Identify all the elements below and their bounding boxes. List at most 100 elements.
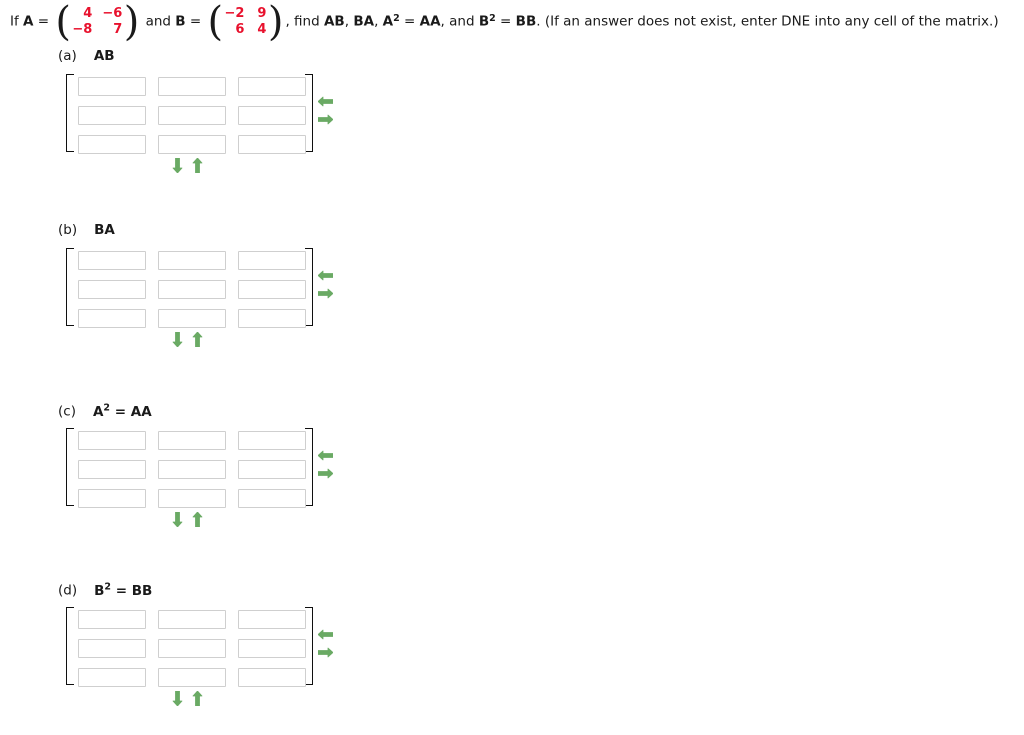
arrow-left-icon[interactable] (317, 450, 340, 461)
conjunction-and: and (145, 13, 171, 30)
arrow-up-icon[interactable] (192, 690, 203, 707)
matrix-cell-input-13[interactable] (238, 431, 306, 450)
matrix-cell-input-33[interactable] (238, 489, 306, 508)
problem-statement: If A = ( 4 −6 −8 7 ) and B = ( −2 9 6 4 ) , fi… (10, 0, 1020, 46)
matrix-cell-input-11[interactable] (78, 251, 146, 270)
matrix-input-row (78, 77, 306, 106)
matrix-cell-input-21[interactable] (78, 106, 146, 125)
matrix-input-row (78, 639, 306, 668)
arrow-right-icon[interactable] (317, 468, 340, 479)
equals-sign-a: = (37, 13, 50, 30)
matrix-cell-input-32[interactable] (158, 309, 226, 328)
matrix-cell-input-21[interactable] (78, 280, 146, 299)
matrix-cell-input-33[interactable] (238, 309, 306, 328)
matrix-cell-input-22[interactable] (158, 106, 226, 125)
right-paren-a: ) (123, 0, 140, 46)
matrix-cell-input-22[interactable] (158, 280, 226, 299)
matrix-cell-input-21[interactable] (78, 460, 146, 479)
arrow-right-icon[interactable] (317, 647, 340, 658)
arrow-down-icon[interactable] (172, 157, 183, 174)
expression-base: B (94, 582, 105, 599)
term-aa: AA (419, 13, 441, 30)
part-expression: BA (94, 222, 115, 238)
matrix-cell-input-23[interactable] (238, 639, 306, 658)
matrix-cell-input-31[interactable] (78, 668, 146, 687)
matrix-cell-input-11[interactable] (78, 610, 146, 629)
part-label: (a) AB (58, 48, 115, 64)
matrix-cell-input-23[interactable] (238, 106, 306, 125)
matrix-input-row (78, 251, 306, 280)
separator-2: , (374, 13, 383, 30)
matrix-b-body: −2 9 6 4 (220, 6, 272, 39)
matrix-cell-input-13[interactable] (238, 251, 306, 270)
matrix-row: −2 9 (220, 6, 272, 22)
term-ab: AB (323, 13, 345, 30)
expression-tail: = AA (110, 403, 152, 420)
matrix-cell-input-22[interactable] (158, 460, 226, 479)
matrix-input-widget (66, 74, 356, 184)
expression-base: A (92, 403, 104, 420)
right-paren-b: ) (267, 0, 284, 46)
row-controls (172, 331, 212, 348)
matrix-cell-input-12[interactable] (158, 251, 226, 270)
matrix-cell-grid (78, 431, 306, 518)
matrix-cell-input-21[interactable] (78, 639, 146, 658)
arrow-up-icon[interactable] (192, 157, 203, 174)
matrix-cell-input-23[interactable] (238, 460, 306, 479)
matrix-cell-input-31[interactable] (78, 309, 146, 328)
matrix-row: −8 7 (67, 22, 127, 38)
part-tag: (a) (58, 48, 77, 64)
matrix-cell-input-33[interactable] (238, 135, 306, 154)
row-controls (172, 157, 212, 174)
left-bracket (66, 74, 74, 152)
matrix-cell-input-31[interactable] (78, 489, 146, 508)
superscript-2-b: 2 (489, 12, 496, 24)
matrix-input-row (78, 431, 306, 460)
arrow-left-icon[interactable] (317, 629, 340, 640)
arrow-down-icon[interactable] (172, 690, 183, 707)
part-label: (b) BA (58, 222, 115, 238)
arrow-down-icon[interactable] (172, 511, 183, 528)
matrix-cell-input-22[interactable] (158, 639, 226, 658)
matrix-cell-input-32[interactable] (158, 668, 226, 687)
column-controls (317, 96, 340, 132)
left-bracket (66, 607, 74, 685)
part-label: (c) A2 = AA (58, 402, 152, 420)
left-bracket (66, 248, 74, 326)
matrix-row: 64 (220, 22, 272, 38)
arrow-left-icon[interactable] (317, 96, 340, 107)
matrix-cell-input-33[interactable] (238, 668, 306, 687)
matrix-input-widget (66, 248, 356, 358)
part-tag: (b) (58, 222, 78, 238)
matrix-a-body: 4 −6 −8 7 (67, 6, 127, 39)
matrix-cell-input-31[interactable] (78, 135, 146, 154)
arrow-up-icon[interactable] (192, 331, 203, 348)
row-controls (172, 511, 212, 528)
matrix-cell-input-12[interactable] (158, 431, 226, 450)
matrix-cell-input-12[interactable] (158, 77, 226, 96)
find-text: , find (285, 13, 324, 30)
column-controls (317, 629, 340, 665)
arrow-up-icon[interactable] (192, 511, 203, 528)
separator-3: , and (440, 13, 479, 30)
arrow-down-icon[interactable] (172, 331, 183, 348)
matrix-b-symbol: B (175, 13, 186, 30)
matrix-cell-input-32[interactable] (158, 489, 226, 508)
matrix-cell-input-23[interactable] (238, 280, 306, 299)
superscript-2-a: 2 (393, 12, 400, 24)
matrix-cell-input-11[interactable] (78, 77, 146, 96)
arrow-right-icon[interactable] (317, 114, 340, 125)
equals-sign-aa: = (399, 13, 420, 30)
matrix-input-row (78, 280, 306, 309)
part-label: (d) B2 = BB (58, 581, 152, 599)
arrow-left-icon[interactable] (317, 270, 340, 281)
matrix-cell-input-13[interactable] (238, 610, 306, 629)
matrix-cell-input-12[interactable] (158, 610, 226, 629)
part-tag: (d) (58, 582, 78, 599)
arrow-right-icon[interactable] (317, 288, 340, 299)
equals-sign-bb: = (495, 13, 516, 30)
matrix-cell-input-13[interactable] (238, 77, 306, 96)
matrix-cell-grid (78, 610, 306, 697)
matrix-cell-input-11[interactable] (78, 431, 146, 450)
matrix-cell-input-32[interactable] (158, 135, 226, 154)
